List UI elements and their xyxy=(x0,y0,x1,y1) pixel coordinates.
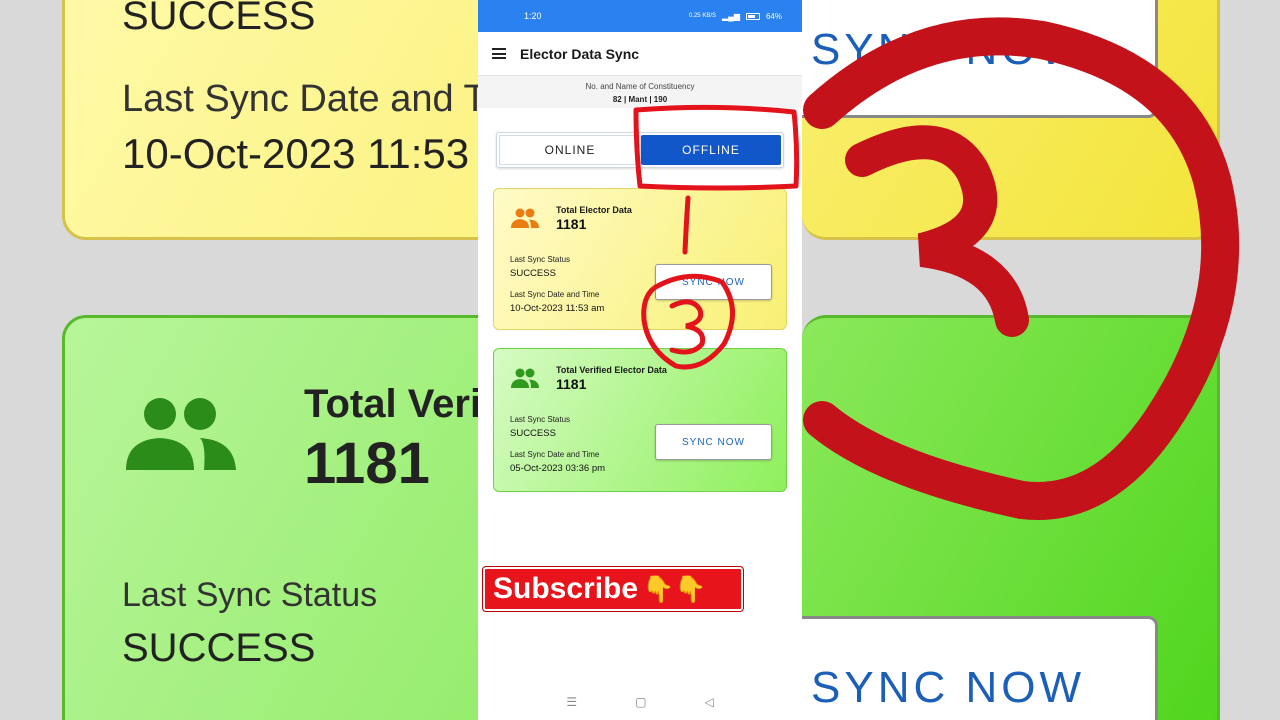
phone-screen: 1:20 0.25 KB/S ▂▄▆ 64% Elector Data Sync… xyxy=(478,0,802,720)
battery-level: 64% xyxy=(765,11,782,21)
subscribe-banner[interactable]: Subscribe 👇👇 xyxy=(483,567,743,611)
card-header: Total Elector Data 1181 xyxy=(556,205,632,232)
background-verified-title: Total Veri xyxy=(304,382,478,426)
page-title: Elector Data Sync xyxy=(520,45,640,62)
tab-online[interactable]: ONLINE xyxy=(499,135,641,165)
constituency-header: No. and Name of Constituency 82 | Mant |… xyxy=(478,76,802,108)
people-icon xyxy=(511,208,539,228)
system-nav-bar: ☰ ▢ ◁ xyxy=(478,684,802,720)
sync-status-label: Last Sync Status xyxy=(510,415,571,424)
status-indicators: 0.25 KB/S ▂▄▆ 64% xyxy=(689,12,782,21)
background-status-value-2: SUCCESS xyxy=(122,626,316,670)
background-verified-count: 1181 xyxy=(304,431,430,496)
sync-status-value: SUCCESS xyxy=(510,268,556,279)
background-annotation-scribble xyxy=(803,17,1240,520)
sync-status-label: Last Sync Status xyxy=(510,255,571,264)
status-bar: 1:20 0.25 KB/S ▂▄▆ 64% xyxy=(478,0,802,32)
background-date-label: Last Sync Date and Ti xyxy=(122,78,478,120)
sync-status-value: SUCCESS xyxy=(510,428,556,439)
elector-data-card: Total Elector Data 1181 Last Sync Status… xyxy=(493,188,787,330)
constituency-label: No. and Name of Constituency xyxy=(585,82,695,91)
sync-status-block: Last Sync Status SUCCESS xyxy=(510,255,570,279)
background-zoom-left: SUCCESS Last Sync Date and Ti 10-Oct-202… xyxy=(0,0,478,720)
battery-icon xyxy=(745,12,760,20)
tab-offline[interactable]: OFFLINE xyxy=(641,135,781,165)
card-header: Total Verified Elector Data 1181 xyxy=(556,365,667,392)
sync-date-label: Last Sync Date and Time xyxy=(510,450,600,459)
sync-date-value: 10-Oct-2023 11:53 am xyxy=(510,303,605,314)
sync-date-block: Last Sync Date and Time 05-Oct-2023 03:3… xyxy=(510,450,605,474)
background-zoom-right: SYNC NOW SYNC NOW xyxy=(802,0,1280,720)
background-status-value: SUCCESS xyxy=(122,0,316,38)
constituency-value: 82 | Mant | 190 xyxy=(612,95,668,104)
pointing-down-hand-icon: 👇👇 xyxy=(642,573,707,604)
signal-icon: ▂▄▆ xyxy=(722,11,740,21)
video-frame: SUCCESS Last Sync Date and Ti 10-Oct-202… xyxy=(0,0,1280,720)
people-icon xyxy=(511,368,539,388)
mode-toggle: ONLINE OFFLINE xyxy=(496,132,784,168)
status-time: 1:20 xyxy=(524,11,542,21)
home-icon[interactable]: ▢ xyxy=(635,695,646,709)
card-title: Total Elector Data xyxy=(556,205,632,215)
card-count: 1181 xyxy=(556,376,587,392)
sync-date-value: 05-Oct-2023 03:36 pm xyxy=(510,463,606,474)
app-bar: Elector Data Sync xyxy=(478,32,802,76)
network-speed: 0.25 KB/S xyxy=(688,13,716,19)
subscribe-label: Subscribe xyxy=(493,572,639,605)
verified-elector-data-card: Total Verified Elector Data 1181 Last Sy… xyxy=(493,348,787,492)
sync-date-label: Last Sync Date and Time xyxy=(510,290,600,299)
hamburger-menu-icon[interactable] xyxy=(492,48,506,59)
background-people-icon xyxy=(126,398,236,470)
sync-date-block: Last Sync Date and Time 10-Oct-2023 11:5… xyxy=(510,290,604,314)
background-date-value: 10-Oct-2023 11:53 xyxy=(122,130,470,177)
background-status-label: Last Sync Status xyxy=(122,576,378,614)
card-count: 1181 xyxy=(556,216,587,232)
back-icon[interactable]: ◁ xyxy=(704,695,713,709)
sync-now-button[interactable]: SYNC NOW xyxy=(655,424,772,460)
sync-now-button[interactable]: SYNC NOW xyxy=(655,264,772,300)
recent-apps-icon[interactable]: ☰ xyxy=(566,695,577,709)
sync-status-block: Last Sync Status SUCCESS xyxy=(510,415,570,439)
card-title: Total Verified Elector Data xyxy=(556,365,667,375)
